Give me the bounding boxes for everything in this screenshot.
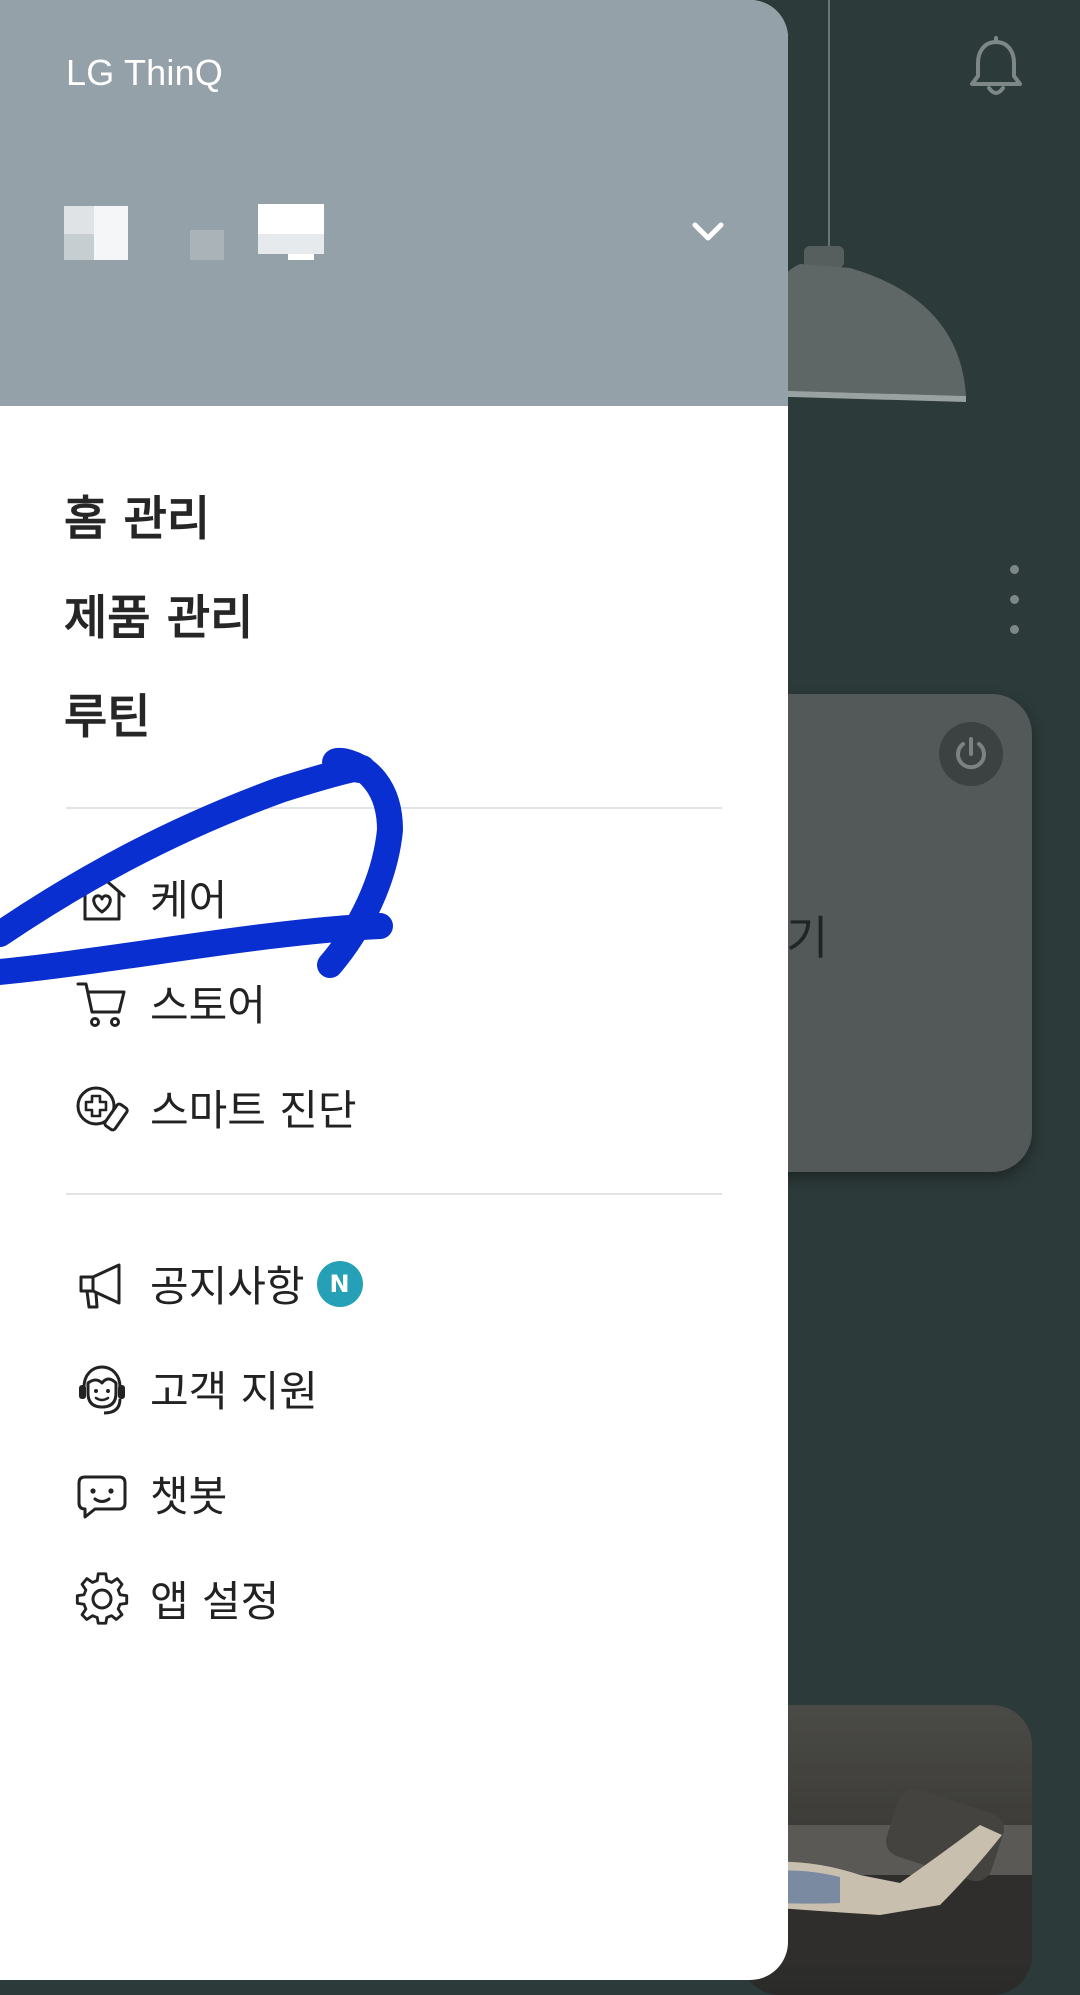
nav-item-label: 공지사항 bbox=[150, 1262, 305, 1311]
nav-item-product-management[interactable]: 제품 관리 bbox=[64, 589, 253, 688]
nav-item-label: 챗봇 bbox=[150, 1472, 228, 1521]
new-badge: N bbox=[316, 1260, 363, 1307]
nav-item-smart-diagnosis[interactable]: 스마트 진단 bbox=[74, 1055, 357, 1160]
headset-agent-icon bbox=[74, 1361, 130, 1417]
notification-bell-icon[interactable] bbox=[966, 36, 1026, 100]
nav-item-label: 케어 bbox=[150, 876, 228, 925]
chatbot-icon bbox=[74, 1466, 130, 1522]
pendant-lamp-illustration bbox=[756, 240, 980, 415]
nav-item-app-settings[interactable]: 앱 설정 bbox=[74, 1546, 363, 1651]
nav-item-care[interactable]: 케어 bbox=[74, 845, 357, 950]
nav-item-label: 앱 설정 bbox=[150, 1577, 280, 1626]
cart-icon bbox=[74, 975, 130, 1031]
more-options-icon[interactable] bbox=[1002, 565, 1026, 655]
chevron-down-icon[interactable] bbox=[690, 218, 726, 246]
home-selector[interactable] bbox=[64, 196, 744, 276]
nav-item-customer-support[interactable]: 고객 지원 bbox=[74, 1336, 363, 1441]
home-name-redacted bbox=[64, 196, 334, 270]
divider bbox=[66, 807, 722, 809]
divider bbox=[66, 1193, 722, 1195]
megaphone-icon bbox=[74, 1256, 130, 1312]
nav-item-notices[interactable]: 공지사항 N bbox=[74, 1231, 363, 1336]
nav-item-label: 고객 지원 bbox=[150, 1367, 318, 1416]
device-card-partial-text: 기 bbox=[786, 911, 829, 965]
nav-item-label: 스토어 bbox=[150, 981, 266, 1030]
power-button-icon[interactable] bbox=[939, 722, 1003, 786]
drawer-header: LG ThinQ bbox=[0, 0, 788, 406]
home-heart-icon bbox=[74, 870, 130, 926]
nav-item-chatbot[interactable]: 챗봇 bbox=[74, 1441, 363, 1546]
app-title: LG ThinQ bbox=[66, 52, 224, 93]
nav-item-home-management[interactable]: 홈 관리 bbox=[64, 490, 253, 589]
lamp-cord bbox=[828, 0, 830, 250]
navigation-drawer: LG ThinQ 홈 관리 제품 관리 루틴 케어 스토어 스마트 진단 공지사… bbox=[0, 0, 788, 1980]
nav-item-routine[interactable]: 루틴 bbox=[64, 688, 253, 787]
smart-diagnosis-icon bbox=[74, 1080, 130, 1136]
gear-icon bbox=[74, 1571, 130, 1627]
support-nav: 공지사항 N 고객 지원 챗봇 앱 설정 bbox=[74, 1231, 363, 1651]
services-nav: 케어 스토어 스마트 진단 bbox=[74, 845, 357, 1160]
nav-item-label: 스마트 진단 bbox=[150, 1086, 357, 1135]
primary-nav: 홈 관리 제품 관리 루틴 bbox=[64, 490, 253, 787]
nav-item-store[interactable]: 스토어 bbox=[74, 950, 357, 1055]
